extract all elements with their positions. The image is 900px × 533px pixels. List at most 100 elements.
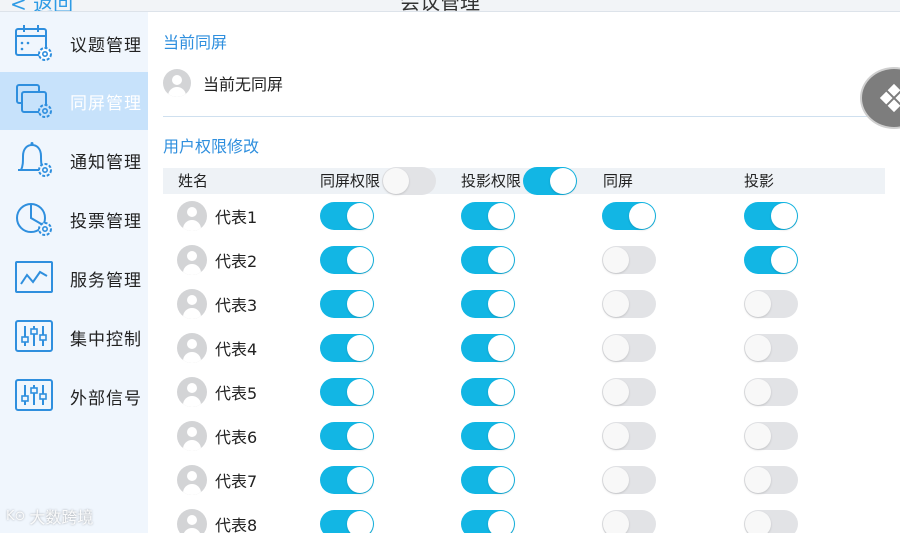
toggle-projection[interactable] [744,290,798,318]
sidebar-item-label: 同屏管理 [70,93,142,114]
toggle-screen[interactable] [602,334,656,362]
toggle-projection-permission[interactable] [461,290,515,318]
avatar [177,289,207,319]
member-name-cell: 代表1 [177,201,257,231]
toggle-projection[interactable] [744,466,798,494]
avatar [163,69,191,97]
toggle-screen-permission[interactable] [320,334,374,362]
watermark: K⊙ 大数跨境 [6,504,93,528]
toggle-screen[interactable] [602,290,656,318]
member-name: 代表4 [215,340,258,359]
toggle-projection-permission[interactable] [461,378,515,406]
column-header-label: 同屏权限 [320,172,381,190]
table-row: 代表8 [163,502,885,533]
app-window: < 返回 会议管理 议题管理 同屏管理 通知管理 投票管理 服务管理 集中控制 … [0,0,900,533]
sidebar-item-label: 集中控制 [70,329,142,350]
chart-line-icon [12,258,56,298]
top-bar: < 返回 会议管理 [0,0,900,12]
sidebar-item-services[interactable]: 服务管理 [0,249,148,307]
column-header-screen-permission: 同屏权限 [320,167,437,195]
avatar [177,377,207,407]
table-row: 代表4 [163,326,885,370]
sidebar: 议题管理 同屏管理 通知管理 投票管理 服务管理 集中控制 外部信号 [0,12,148,533]
member-name: 代表6 [215,428,258,447]
member-name-cell: 代表7 [177,465,257,495]
toggle-all-screen-permission[interactable] [382,167,437,195]
member-name-cell: 代表3 [177,289,257,319]
toggle-screen-permission[interactable] [320,378,374,406]
calendar-gear-icon [12,23,56,63]
sidebar-item-voting[interactable]: 投票管理 [0,190,148,248]
toggle-screen-permission[interactable] [320,290,374,318]
toggle-screen-permission[interactable] [320,510,374,533]
sidebar-item-notifications[interactable]: 通知管理 [0,131,148,189]
current-share-status: 当前无同屏 [163,69,283,97]
table-row: 代表1 [163,194,885,238]
avatar [177,465,207,495]
column-header-screen: 同屏 [603,168,633,194]
member-name-cell: 代表5 [177,377,257,407]
table-row: 代表6 [163,414,885,458]
toggle-screen-permission[interactable] [320,422,374,450]
toggle-screen[interactable] [602,202,656,230]
toggle-projection[interactable] [744,334,798,362]
sidebar-item-central-control[interactable]: 集中控制 [0,308,148,366]
divider [163,116,900,117]
column-header-label: 投影权限 [461,172,522,190]
toggle-projection[interactable] [744,246,798,274]
member-name: 代表8 [215,516,258,533]
toggle-projection-permission[interactable] [461,334,515,362]
column-header-label: 投影 [744,172,775,190]
column-header-label: 同屏 [603,172,634,190]
toggle-screen[interactable] [602,422,656,450]
toggle-projection-permission[interactable] [461,510,515,533]
toggle-screen[interactable] [602,378,656,406]
table-header: 姓名 同屏权限 投影权限 同屏 投影 [163,167,885,195]
table-row: 代表5 [163,370,885,414]
avatar [177,509,207,533]
sliders-icon [12,376,56,416]
table-row: 代表7 [163,458,885,502]
watermark-logo: K⊙ [6,508,26,524]
column-header-name: 姓名 [178,168,208,194]
toggle-projection[interactable] [744,422,798,450]
toggle-projection-permission[interactable] [461,202,515,230]
toggle-screen[interactable] [602,246,656,274]
sidebar-item-external-signal[interactable]: 外部信号 [0,367,148,425]
avatar [177,333,207,363]
toggle-all-projection-permission[interactable] [523,167,578,195]
member-name-cell: 代表2 [177,245,257,275]
toggle-screen[interactable] [602,466,656,494]
toggle-projection[interactable] [744,510,798,533]
current-share-title: 当前同屏 [163,33,228,52]
permissions-title: 用户权限修改 [163,137,260,156]
member-name-cell: 代表6 [177,421,257,451]
watermark-text: 大数跨境 [29,508,94,527]
table-row: 代表2 [163,238,885,282]
toggle-screen-permission[interactable] [320,466,374,494]
toggle-screen-permission[interactable] [320,202,374,230]
avatar [177,245,207,275]
screens-gear-icon [12,81,56,121]
toggle-projection-permission[interactable] [461,246,515,274]
toggle-projection-permission[interactable] [461,466,515,494]
avatar [177,421,207,451]
sidebar-item-topics[interactable]: 议题管理 [0,14,148,72]
sliders-icon [12,317,56,357]
column-header-label: 姓名 [178,172,209,190]
toggle-projection[interactable] [744,202,798,230]
floating-menu-button[interactable] [860,67,900,129]
sidebar-item-label: 外部信号 [70,388,142,409]
sidebar-item-screen-share[interactable]: 同屏管理 [0,72,148,130]
toggle-projection-permission[interactable] [461,422,515,450]
toggle-projection[interactable] [744,378,798,406]
toggle-screen[interactable] [602,510,656,533]
table-row: 代表3 [163,282,885,326]
toggle-screen-permission[interactable] [320,246,374,274]
diamond-grid-icon [879,83,900,113]
main-panel: 当前同屏 当前无同屏 用户权限修改 姓名 同屏权限 投影权限 同屏 投影 代表1… [148,12,900,533]
back-button[interactable]: < 返回 [10,0,73,11]
bell-gear-icon [12,140,56,180]
sidebar-item-label: 投票管理 [70,211,142,232]
member-name: 代表3 [215,296,258,315]
